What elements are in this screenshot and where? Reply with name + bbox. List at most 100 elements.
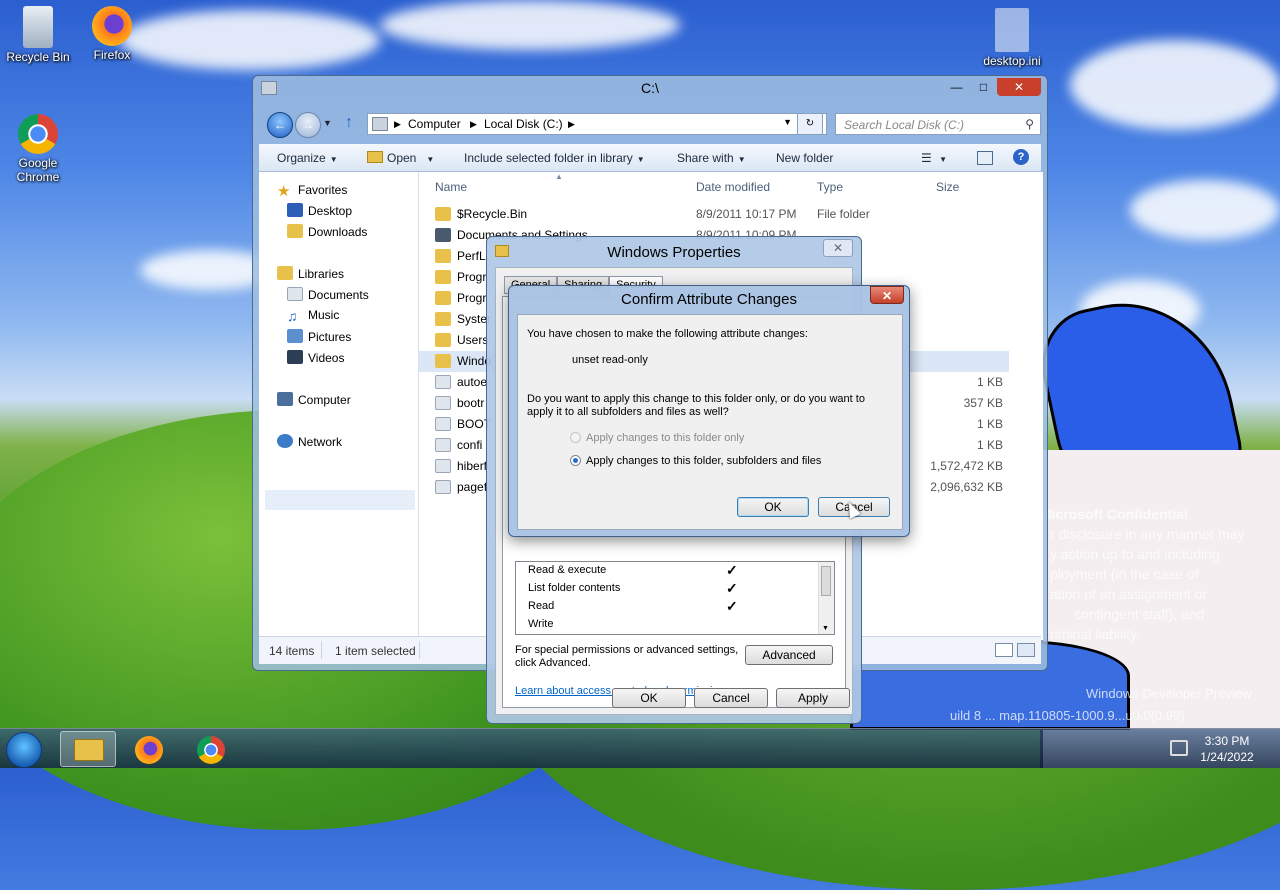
nav-label: Desktop bbox=[308, 204, 353, 218]
include-in-library-menu[interactable]: Include selected folder in library ▼ bbox=[464, 151, 645, 165]
large-icons-view-icon[interactable] bbox=[1017, 643, 1035, 657]
file-name: bootr bbox=[457, 396, 485, 410]
cancel-button[interactable]: Cancel bbox=[694, 688, 768, 708]
recent-pages-dropdown[interactable]: ▼ bbox=[323, 118, 332, 128]
share-with-menu[interactable]: Share with ▼ bbox=[677, 151, 746, 165]
navigation-bar: ← → ▼ ↑ ▶ Computer ▶ Local Disk (C:) ▶ ▼… bbox=[263, 110, 1041, 138]
computer-icon bbox=[277, 392, 293, 406]
ok-button[interactable]: OK bbox=[737, 497, 809, 517]
preview-pane-button[interactable] bbox=[977, 151, 993, 165]
watermark-line: r disclosure in any manner may bbox=[1050, 526, 1245, 542]
file-name: PerfL bbox=[457, 249, 486, 263]
nav-computer[interactable]: Computer bbox=[277, 392, 351, 407]
open-menu[interactable]: Open ▼ bbox=[367, 151, 434, 165]
nav-favorites[interactable]: ★ Favorites bbox=[277, 182, 347, 200]
search-input[interactable]: Search Local Disk (C:) ⚲ bbox=[835, 113, 1041, 135]
new-folder-button[interactable]: New folder bbox=[776, 151, 833, 165]
file-name: autoe bbox=[457, 375, 488, 389]
refresh-button[interactable]: ↻ bbox=[797, 113, 823, 135]
details-view-icon[interactable] bbox=[995, 643, 1013, 657]
file-name: confi bbox=[457, 438, 483, 452]
desktop-icon-google-chrome[interactable]: Google Chrome bbox=[0, 114, 76, 184]
taskbar-firefox[interactable] bbox=[122, 731, 178, 767]
permissions-scrollbar[interactable]: ▼ bbox=[818, 562, 834, 634]
nav-label: Pictures bbox=[308, 330, 352, 344]
ok-button[interactable]: OK bbox=[612, 688, 686, 708]
window-title: C:\ bbox=[641, 80, 659, 96]
close-button[interactable]: ✕ bbox=[823, 239, 853, 257]
apply-button[interactable]: Apply bbox=[776, 688, 850, 708]
watermark-build: Windows Developer Preview bbox=[1086, 686, 1252, 701]
up-arrow-icon[interactable]: ↑ bbox=[345, 114, 353, 132]
file-name: Progr bbox=[457, 270, 487, 284]
close-button[interactable]: ✕ bbox=[870, 286, 904, 304]
nav-music[interactable]: ♫ Music bbox=[287, 308, 340, 324]
nav-videos[interactable]: Videos bbox=[287, 350, 344, 365]
start-button[interactable] bbox=[6, 732, 42, 768]
nav-label: Libraries bbox=[298, 267, 345, 281]
music-note-icon: ♫ bbox=[287, 308, 298, 324]
folder-icon bbox=[435, 291, 451, 305]
column-header-name[interactable]: Name bbox=[435, 180, 467, 194]
address-bar[interactable]: ▶ Computer ▶ Local Disk (C:) ▶ ▼ bbox=[367, 113, 827, 135]
breadcrumb-computer[interactable]: Computer bbox=[408, 117, 461, 131]
nav-label: Music bbox=[308, 308, 340, 322]
desktop-icon-recycle-bin[interactable]: Recycle Bin bbox=[0, 6, 76, 64]
taskbar: 3:30 PM 1/24/2022 bbox=[0, 728, 1280, 768]
special-permissions-text: click Advanced. bbox=[515, 657, 591, 669]
special-permissions-text: For special permissions or advanced sett… bbox=[515, 644, 739, 656]
desktop-icon-firefox[interactable]: Firefox bbox=[74, 6, 150, 62]
view-options-button[interactable]: ☰ ▼ bbox=[921, 151, 947, 165]
nav-libraries[interactable]: Libraries bbox=[277, 266, 344, 281]
permissions-list[interactable]: Read & execute ✓ List folder contents ✓ … bbox=[515, 561, 835, 635]
nav-label: Downloads bbox=[308, 225, 368, 239]
back-button[interactable]: ← bbox=[267, 112, 293, 138]
taskbar-explorer[interactable] bbox=[60, 731, 116, 767]
column-header-type[interactable]: Type bbox=[817, 180, 843, 194]
radio-folder-subfolders-files[interactable]: Apply changes to this folder, subfolders… bbox=[570, 455, 821, 467]
nav-desktop[interactable]: Desktop bbox=[287, 203, 352, 218]
advanced-button[interactable]: Advanced bbox=[745, 645, 833, 665]
desktop-icon-desktop-ini[interactable]: desktop.ini bbox=[974, 8, 1050, 68]
scrollbar-thumb[interactable] bbox=[821, 566, 831, 596]
chrome-icon bbox=[18, 114, 58, 154]
forward-button[interactable]: → bbox=[295, 112, 321, 138]
minimize-button[interactable]: — bbox=[943, 78, 970, 96]
desktop-icon-label: Recycle Bin bbox=[6, 50, 70, 64]
nav-downloads[interactable]: Downloads bbox=[287, 224, 367, 239]
star-icon: ★ bbox=[277, 183, 291, 200]
desktop-icon-label: Firefox bbox=[93, 48, 131, 62]
taskbar-chrome[interactable] bbox=[184, 731, 240, 767]
column-header-date-modified[interactable]: Date modified bbox=[696, 180, 770, 194]
computer-icon bbox=[372, 117, 388, 131]
radio-label: Apply changes to this folder, subfolders… bbox=[586, 455, 822, 467]
column-header-size[interactable]: Size bbox=[936, 180, 959, 194]
open-label: Open bbox=[387, 151, 417, 165]
libraries-icon bbox=[277, 266, 293, 280]
file-icon bbox=[435, 375, 451, 389]
downloads-folder-icon bbox=[287, 224, 303, 238]
taskbar-clock[interactable]: 3:30 PM 1/24/2022 bbox=[1192, 733, 1262, 765]
radio-folder-only[interactable]: Apply changes to this folder only bbox=[570, 432, 744, 444]
watermark-line: y action up to and including bbox=[1050, 546, 1220, 562]
pictures-icon bbox=[287, 329, 303, 343]
permission-label: List folder contents bbox=[528, 582, 621, 594]
nav-network[interactable]: Network bbox=[277, 434, 342, 449]
chevron-right-icon: ▶ bbox=[568, 119, 575, 129]
close-button[interactable]: ✕ bbox=[997, 78, 1041, 96]
maximize-button[interactable]: □ bbox=[970, 78, 997, 96]
help-icon[interactable]: ? bbox=[1013, 149, 1029, 165]
nav-label: Computer bbox=[298, 393, 351, 407]
watermark-line: ation of an assignment or bbox=[1050, 586, 1208, 602]
file-size: 1 KB bbox=[976, 417, 1003, 431]
nav-pictures[interactable]: Pictures bbox=[287, 329, 351, 344]
file-icon bbox=[435, 438, 451, 452]
organize-menu[interactable]: Organize ▼ bbox=[277, 151, 338, 165]
table-row[interactable]: $Recycle.Bin 8/9/2011 10:17 PM File folder bbox=[419, 204, 1009, 225]
scroll-down-icon[interactable]: ▼ bbox=[822, 625, 829, 632]
address-dropdown-icon[interactable]: ▼ bbox=[783, 117, 792, 127]
network-tray-icon[interactable] bbox=[1170, 740, 1188, 756]
clock-time: 3:30 PM bbox=[1204, 734, 1250, 748]
nav-documents[interactable]: Documents bbox=[287, 287, 369, 302]
breadcrumb-local-disk[interactable]: Local Disk (C:) bbox=[484, 117, 563, 131]
